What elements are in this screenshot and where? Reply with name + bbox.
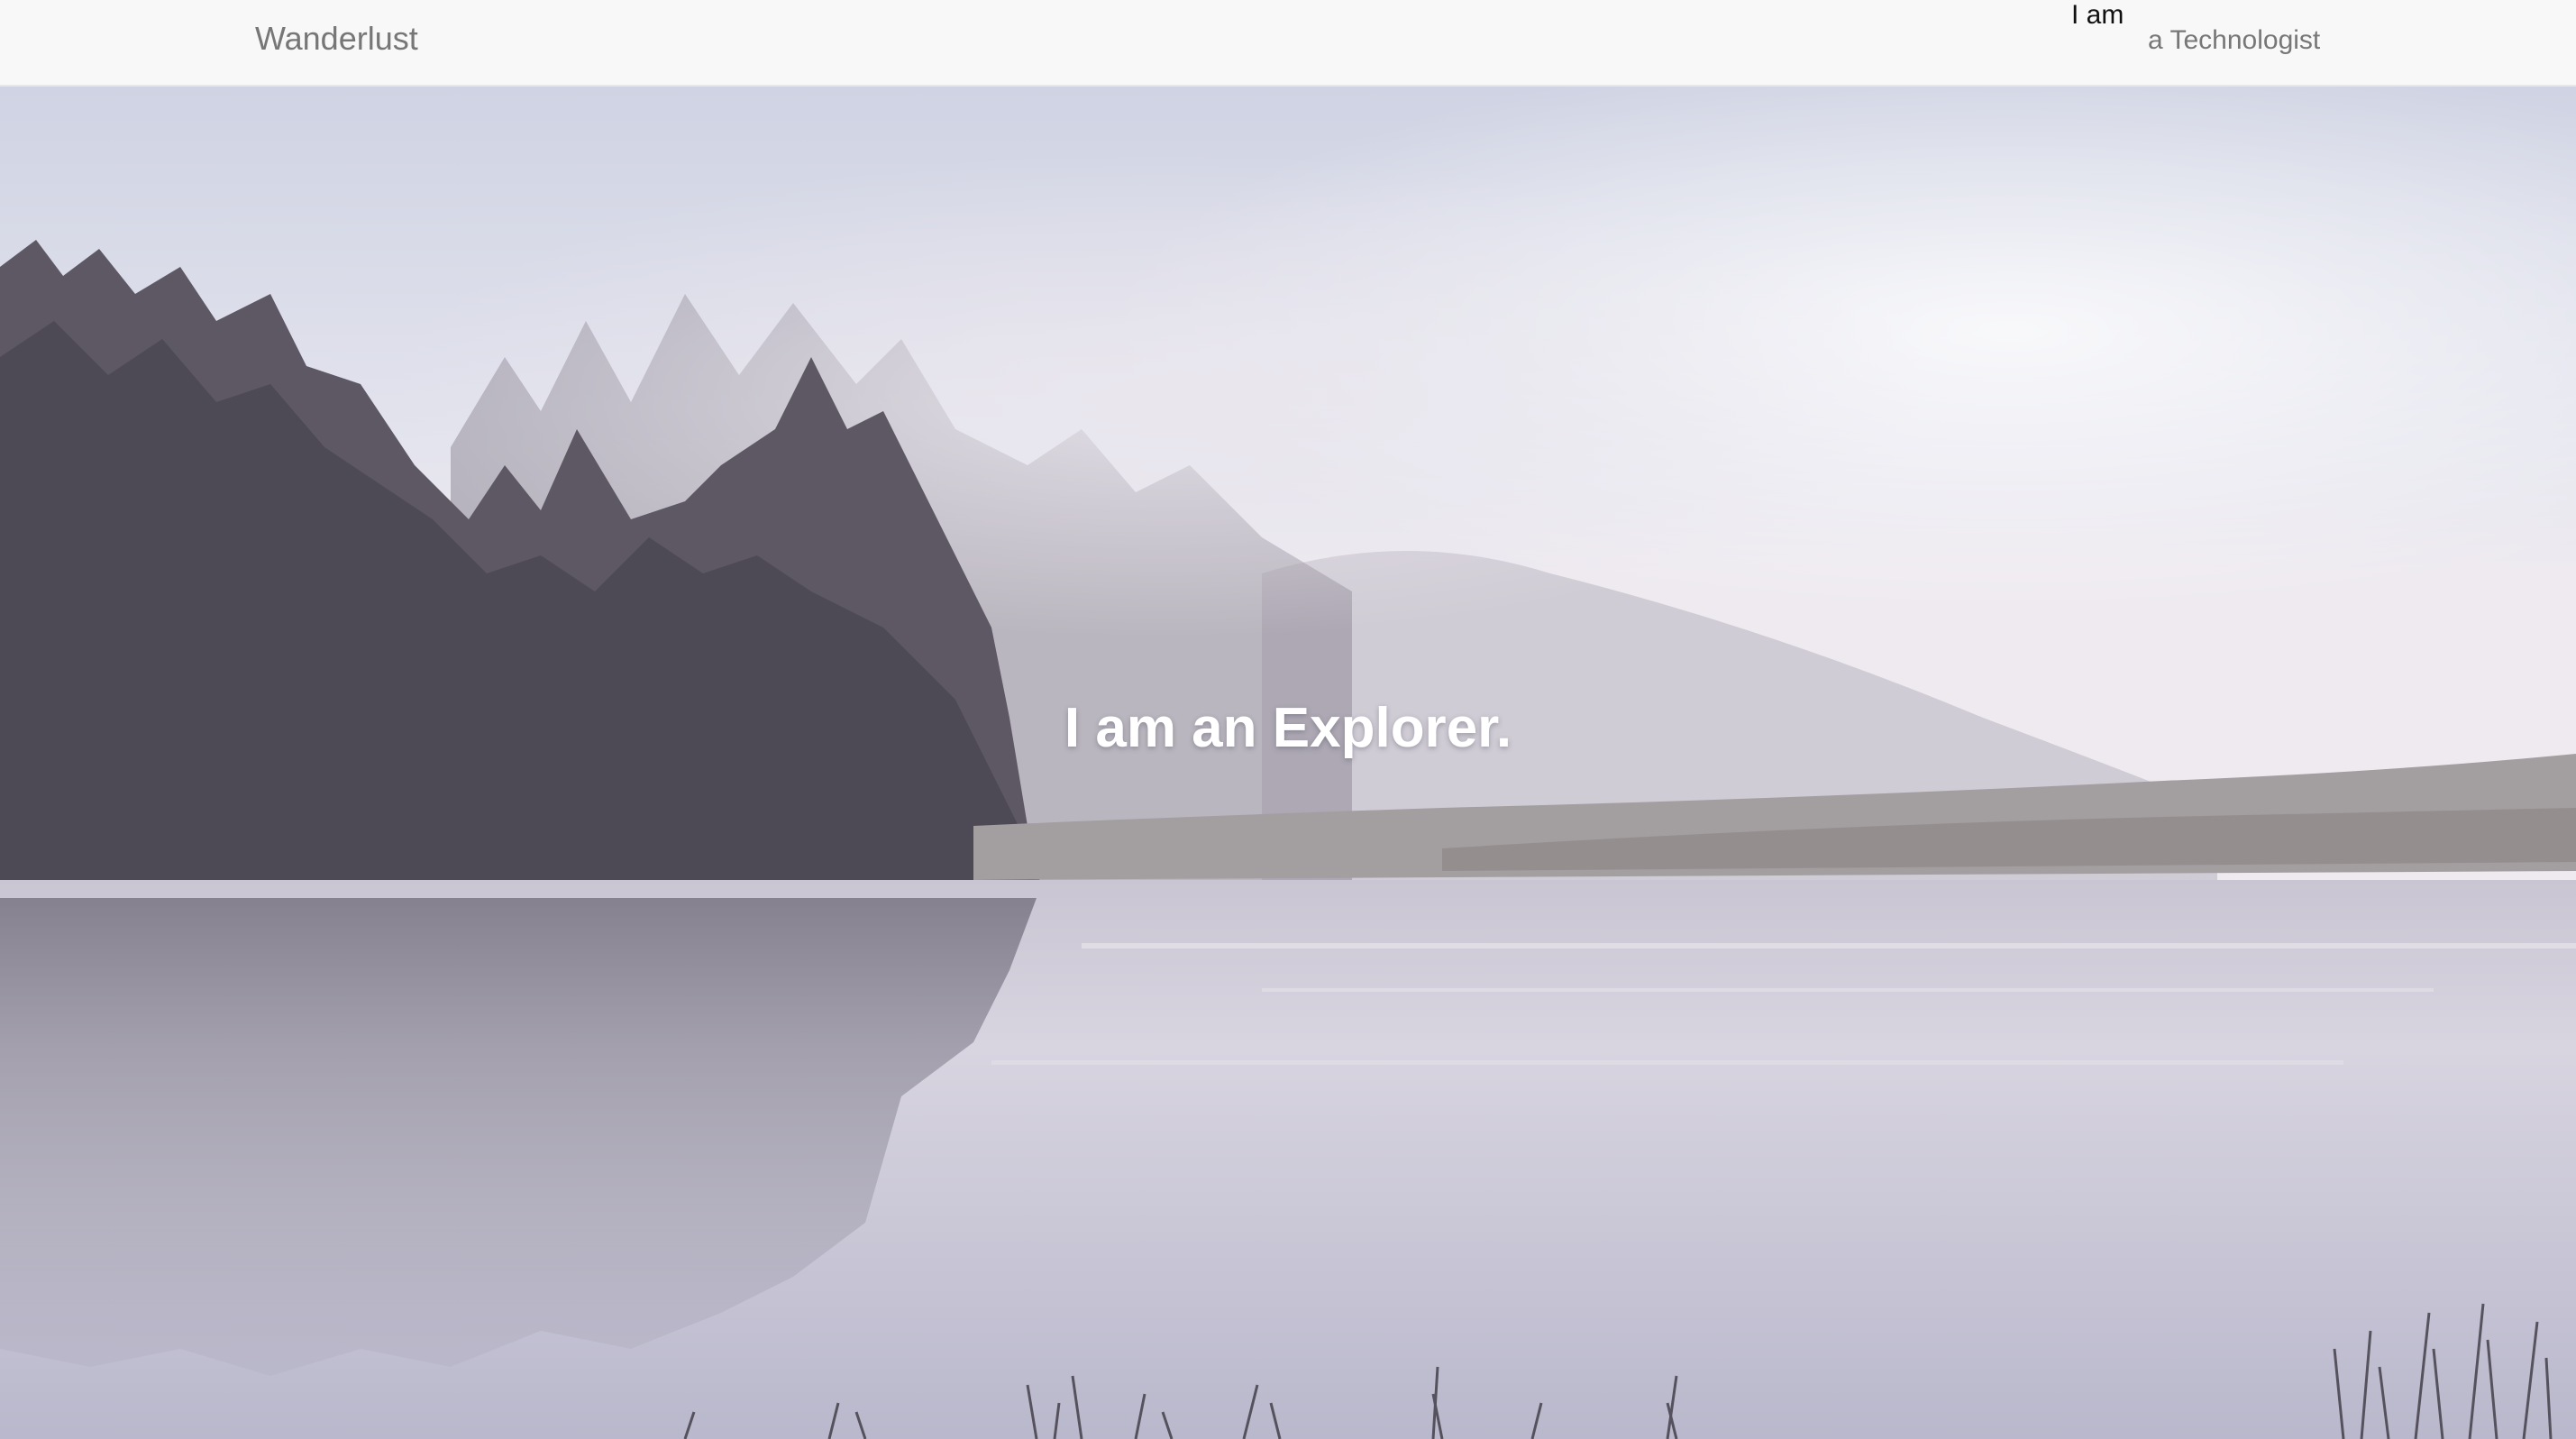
brand-link[interactable]: Wanderlust [255,20,418,58]
top-navbar: Wanderlust I am a Technologist [0,0,2576,87]
hero-background-photo [0,87,2576,1439]
hero-section: I am an Explorer. [0,87,2576,1439]
hero-title: I am an Explorer. [1064,697,1512,759]
nav-prefix-text: I am [2071,0,2124,30]
nav-technologist-link[interactable]: a Technologist [2148,25,2320,56]
nav-right-group: I am a Technologist [2071,0,2342,87]
